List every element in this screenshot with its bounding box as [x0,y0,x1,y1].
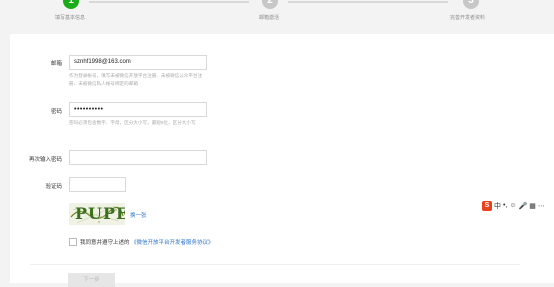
password-label: 密码 [50,109,62,115]
captcha-refresh-link[interactable]: 换一张 [130,211,147,219]
ime-punctuation-icon[interactable]: •, [503,202,507,209]
ime-emoji-icon[interactable]: ☺ [509,202,516,209]
captcha-image-text: PUPE [75,204,125,223]
step-3-circle: 3 [463,0,479,9]
registration-form: 邮箱 sznhf1998@163.com 作为登录帐号，填写未被微信开放平台注册… [10,34,554,287]
captcha-label: 验证码 [45,184,62,190]
agreement-text: 我同意并遵守上述的 《微信开放平台开发者服务协议》 [80,238,214,246]
confirm-password-field[interactable] [69,150,207,165]
agreement-link[interactable]: 《微信开放平台开发者服务协议》 [131,240,214,246]
step-1-label: 填写基本信息 [55,15,86,21]
ime-chinese-mode-icon[interactable]: 中 [494,201,501,211]
email-label: 邮箱 [50,61,62,67]
agreement-checkbox[interactable] [69,238,77,246]
step-3-label: 完善开发者资料 [450,15,486,21]
step-1-circle: 1 [63,0,79,9]
email-field[interactable]: sznhf1998@163.com [69,55,207,70]
step-progress: 1 2 3 填写基本信息 邮箱激活 完善开发者资料 [0,0,554,34]
ime-more-icon[interactable]: ⋯ [538,202,545,210]
agreement-prefix: 我同意并遵守上述的 [80,240,130,246]
confirm-password-label: 再次输入密码 [28,157,62,163]
captcha-field[interactable] [69,177,126,192]
captcha-image[interactable]: PUPE [69,203,125,225]
ime-keyboard-icon[interactable]: ▦ [529,202,536,210]
ime-toolbar[interactable]: S 中 •, ☺ 🎤 ▦ ⋯ [482,200,545,211]
step-connector-2 [288,1,448,3]
email-hint: 作为登录帐号，填写未被微信开放平台注册、未被微信公众平台注册、未被微信私人帐号绑… [69,73,203,86]
form-divider [30,264,520,265]
password-field[interactable]: •••••••••• [69,102,207,117]
step-2-circle: 2 [262,0,278,9]
step-connector-1 [89,1,249,3]
ime-logo-icon[interactable]: S [482,200,492,211]
password-hint: 密码必须包含数字、字母，区分大小写，最短8位，区分大小写 [69,120,196,125]
ime-voice-icon[interactable]: 🎤 [519,202,528,210]
next-button[interactable]: 下一步 [68,273,115,287]
step-2-label: 邮箱激活 [259,15,280,21]
